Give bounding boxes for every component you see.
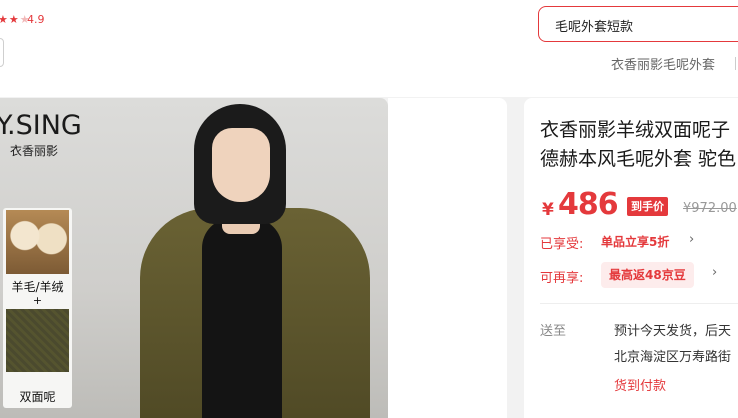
top-bar: ★ ★ ★ 4.9 毛呢外套短款 衣香丽影毛呢外套 <box>0 0 738 97</box>
extra-benefit-tag[interactable]: 最高返48京豆 <box>601 262 694 288</box>
original-price: ¥972.00 <box>683 201 737 216</box>
price-badge: 到手价 <box>627 197 668 216</box>
inner-top-shape <box>202 218 282 418</box>
delivery-address[interactable]: 北京海淀区万寿路街 <box>614 346 731 365</box>
fabric-label: 双面呢 <box>19 390 56 404</box>
divider <box>540 303 738 304</box>
product-main-image[interactable]: Y.SING 衣香丽影 羊毛/羊绒 + 双面呢 <box>0 98 388 418</box>
chevron-right-icon[interactable]: › <box>712 265 717 280</box>
search-input[interactable]: 毛呢外套短款 <box>538 6 738 42</box>
face-shape <box>212 128 270 202</box>
model-photo <box>130 98 388 418</box>
promo-value[interactable]: 单品立享5折 <box>601 233 669 250</box>
ship-to-label: 送至 <box>540 324 567 339</box>
follow-store-button[interactable] <box>0 38 4 67</box>
plus-sign: + <box>32 294 43 307</box>
material-feature-card: 羊毛/羊绒 + 双面呢 <box>3 208 72 408</box>
star-icon: ★ <box>8 13 19 26</box>
store-rating: 4.9 <box>27 13 45 26</box>
material-label: 羊毛/羊绒 <box>11 280 64 294</box>
star-icon: ★ <box>0 13 8 26</box>
thumbnail-panel <box>388 98 507 418</box>
product-info-panel: 衣香丽影羊绒双面呢子 德赫本风毛呢外套 驼色 ¥ 486 到手价 ¥972.00… <box>524 98 738 418</box>
search-query-text: 毛呢外套短款 <box>555 20 634 35</box>
hot-keyword-link[interactable]: 衣香丽影毛呢外套 <box>611 54 715 73</box>
brand-name: 衣香丽影 <box>10 144 59 158</box>
extra-benefit-label: 可再享: <box>540 271 584 286</box>
product-title-line2: 德赫本风毛呢外套 驼色 <box>540 148 737 170</box>
product-title-line1: 衣香丽影羊绒双面呢子 <box>540 119 731 141</box>
product-title: 衣香丽影羊绒双面呢子 德赫本风毛呢外套 驼色 <box>540 116 738 174</box>
fabric-image <box>6 309 69 372</box>
divider <box>735 57 736 70</box>
cash-on-delivery: 货到付款 <box>614 379 667 394</box>
final-price: 486 <box>558 187 619 222</box>
promo-label: 已享受: <box>540 237 584 252</box>
chevron-right-icon[interactable]: › <box>689 232 694 247</box>
delivery-estimate: 预计今天发货，后天 <box>614 324 732 339</box>
brand-logo: Y.SING <box>0 110 82 141</box>
currency-symbol: ¥ <box>542 200 554 220</box>
sheep-image <box>6 210 69 274</box>
